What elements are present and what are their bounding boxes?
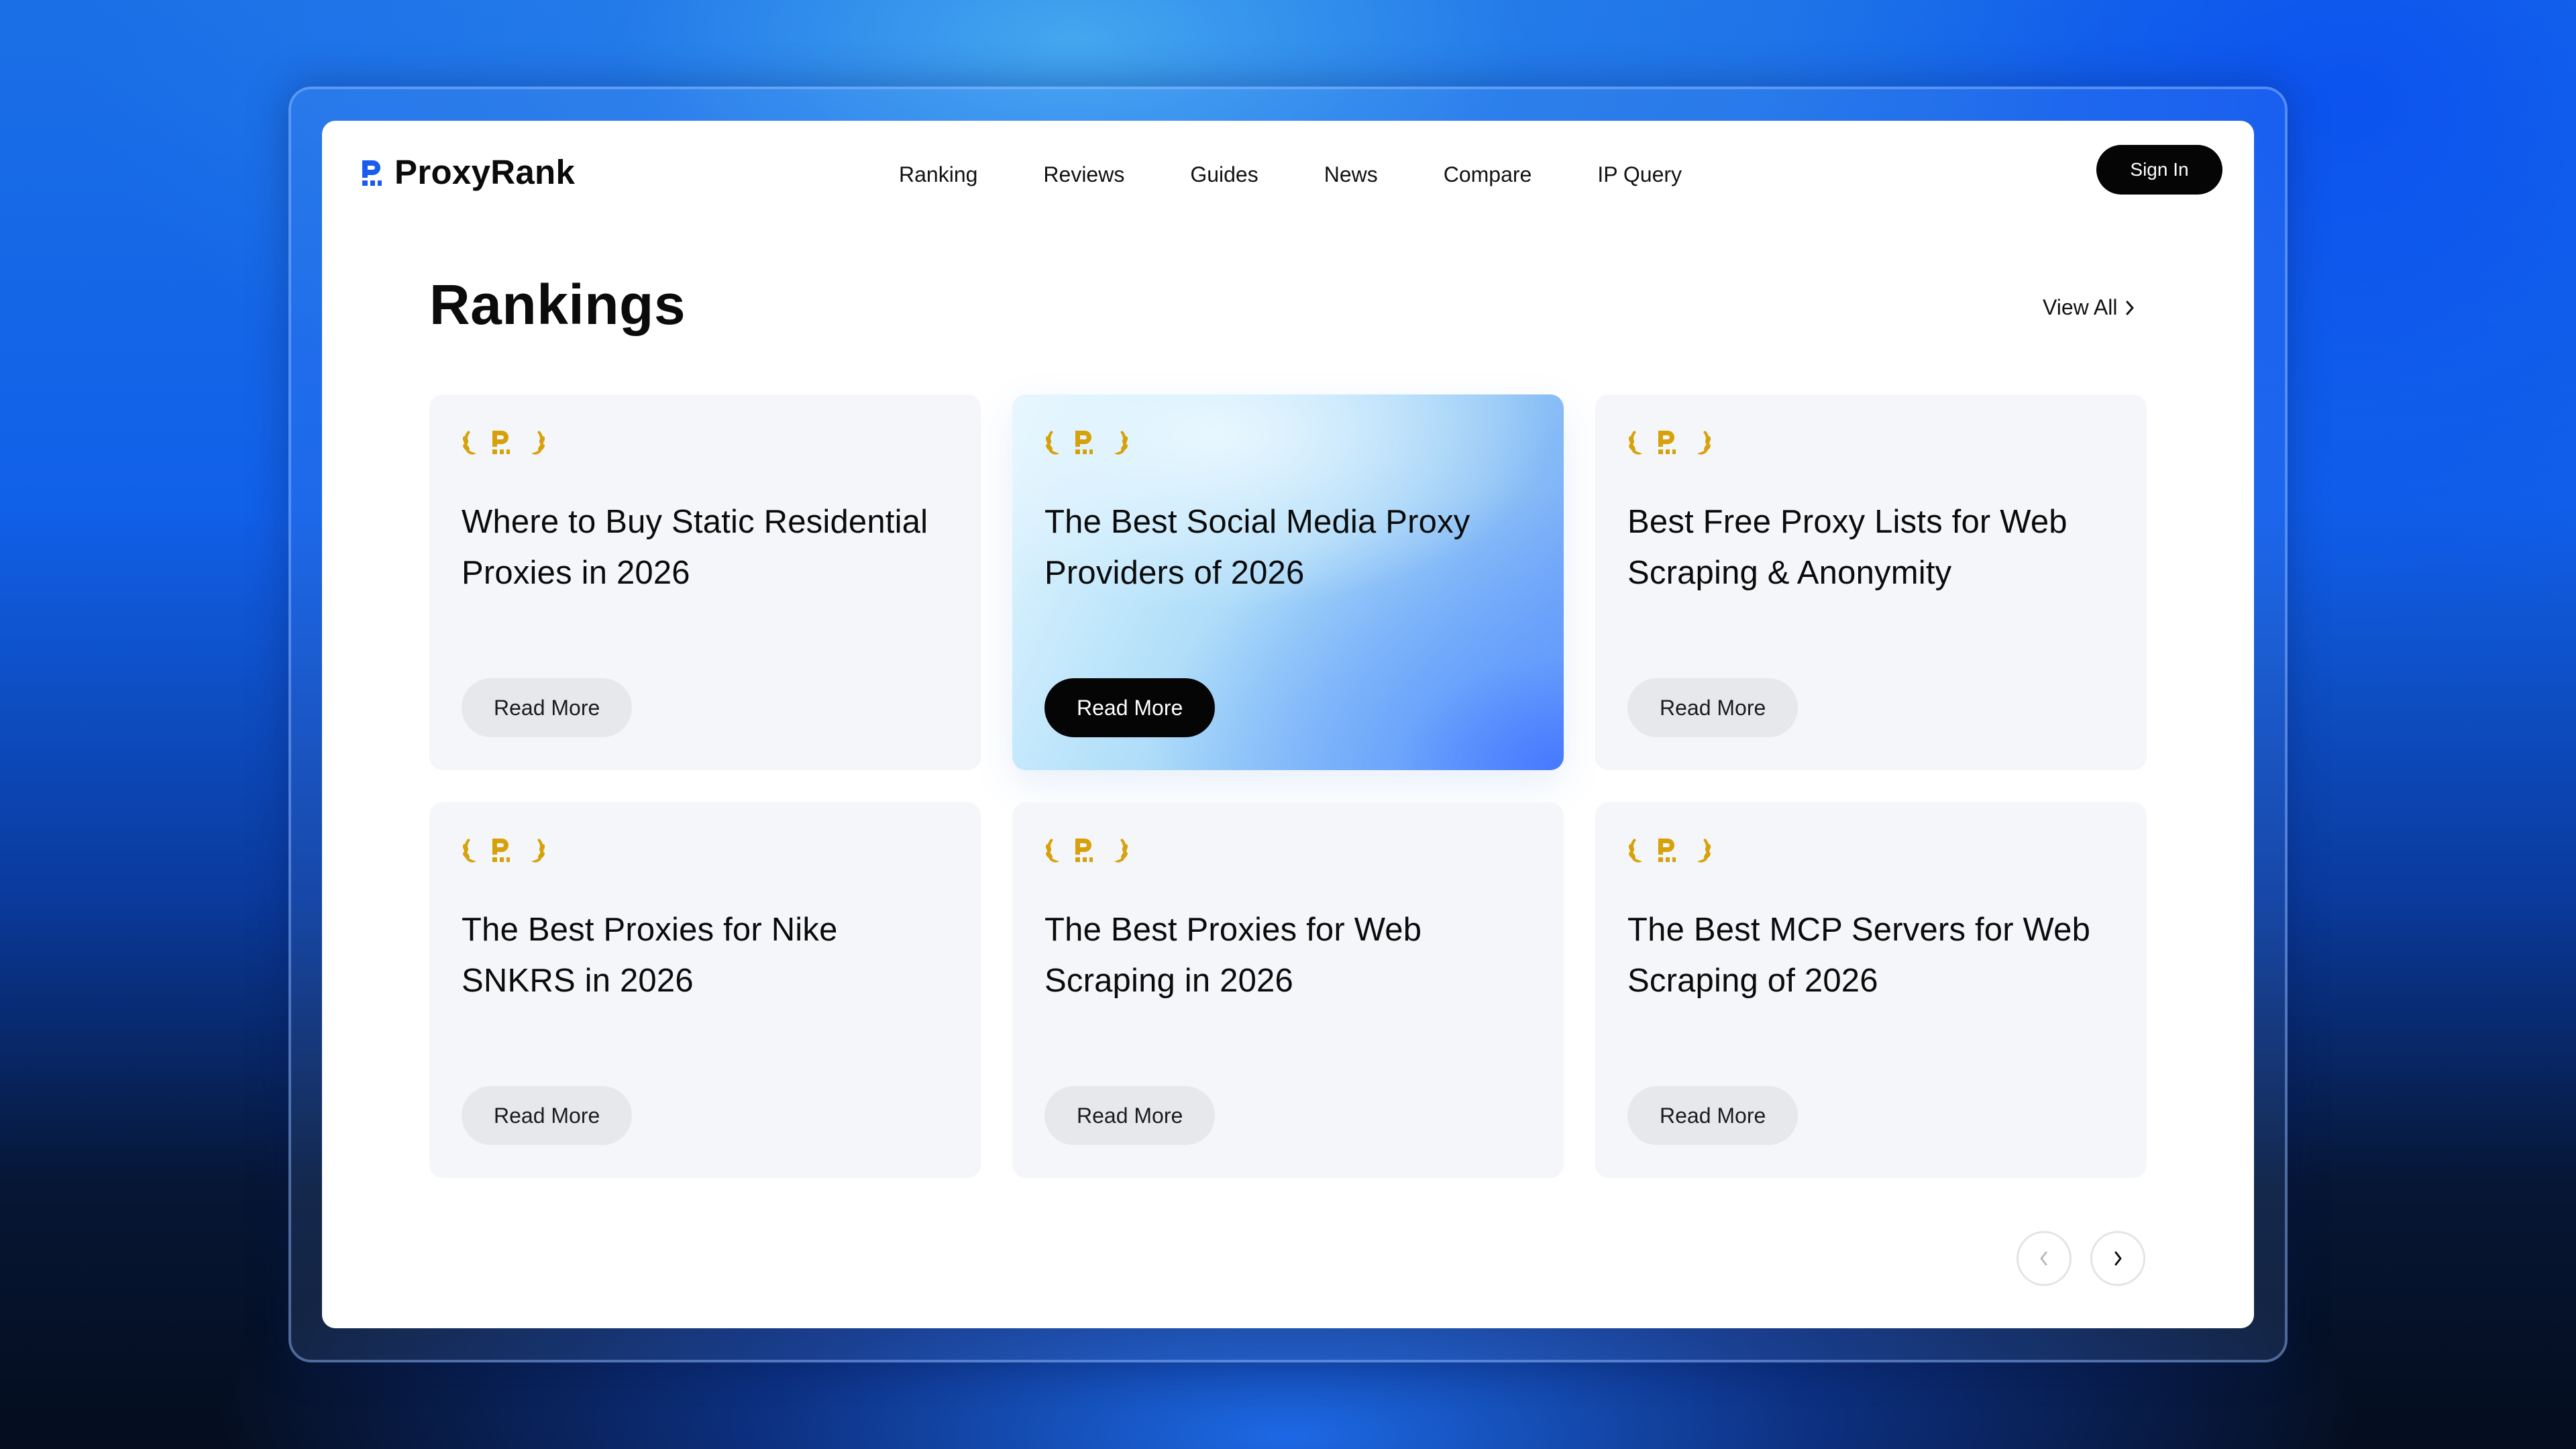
laurel-award-icon [1626, 427, 1713, 464]
card-title: The Best Social Media Proxy Providers of… [1044, 504, 1470, 591]
nav-item-guides[interactable]: Guides [1190, 162, 1258, 187]
brand-name: ProxyRank [394, 153, 576, 191]
main-nav: Ranking Reviews Guides News Compare IP Q… [899, 153, 1682, 196]
read-more-button[interactable]: Read More [1627, 1086, 1799, 1145]
ranking-card-featured[interactable]: The Best Social Media Proxy Providers of… [1012, 394, 1564, 770]
nav-item-compare[interactable]: Compare [1444, 162, 1532, 187]
ranking-card[interactable]: The Best MCP Servers for Web Scraping of… [1595, 802, 2147, 1178]
laurel-award-icon [1043, 427, 1130, 464]
ranking-card[interactable]: The Best Proxies for Web Scraping in 202… [1012, 802, 1564, 1178]
laurel-award-icon [1043, 835, 1130, 871]
laurel-award-icon [460, 427, 547, 464]
chevron-right-icon [2114, 1251, 2122, 1266]
nav-item-ip-query[interactable]: IP Query [1597, 162, 1682, 187]
view-all-link[interactable]: View All [2043, 295, 2136, 320]
ranking-card[interactable]: Best Free Proxy Lists for Web Scraping &… [1595, 394, 2147, 770]
card-title: The Best MCP Servers for Web Scraping of… [1627, 912, 2091, 999]
ranking-card[interactable]: Where to Buy Static Residential Proxies … [429, 394, 981, 770]
brand-logo[interactable]: ProxyRank [360, 152, 575, 192]
laurel-award-icon [460, 835, 547, 871]
nav-item-news[interactable]: News [1324, 162, 1378, 187]
ranking-card[interactable]: The Best Proxies for Nike SNKRS in 2026 … [429, 802, 981, 1178]
browser-page: ProxyRank Ranking Reviews Guides News Co… [322, 121, 2254, 1328]
view-all-label: View All [2043, 295, 2118, 319]
card-title: The Best Proxies for Web Scraping in 202… [1044, 912, 1422, 999]
read-more-button[interactable]: Read More [462, 678, 633, 737]
laurel-award-icon [1626, 835, 1713, 871]
sign-in-button[interactable]: Sign In [2096, 145, 2222, 195]
card-title: Where to Buy Static Residential Proxies … [462, 504, 928, 591]
chevron-left-icon [2040, 1251, 2047, 1266]
proxyrank-logo-icon [362, 160, 382, 186]
read-more-button[interactable]: Read More [1044, 678, 1216, 737]
card-title: Best Free Proxy Lists for Web Scraping &… [1627, 504, 2068, 591]
prev-page-button[interactable] [2017, 1231, 2072, 1286]
nav-item-ranking[interactable]: Ranking [899, 162, 977, 187]
read-more-button[interactable]: Read More [1044, 1086, 1216, 1145]
chevron-right-icon [2126, 301, 2134, 315]
nav-item-reviews[interactable]: Reviews [1043, 162, 1124, 187]
card-title: The Best Proxies for Nike SNKRS in 2026 [462, 912, 838, 999]
next-page-button[interactable] [2090, 1231, 2145, 1286]
section-title: Rankings [429, 273, 686, 336]
read-more-button[interactable]: Read More [462, 1086, 633, 1145]
read-more-button[interactable]: Read More [1627, 678, 1799, 737]
